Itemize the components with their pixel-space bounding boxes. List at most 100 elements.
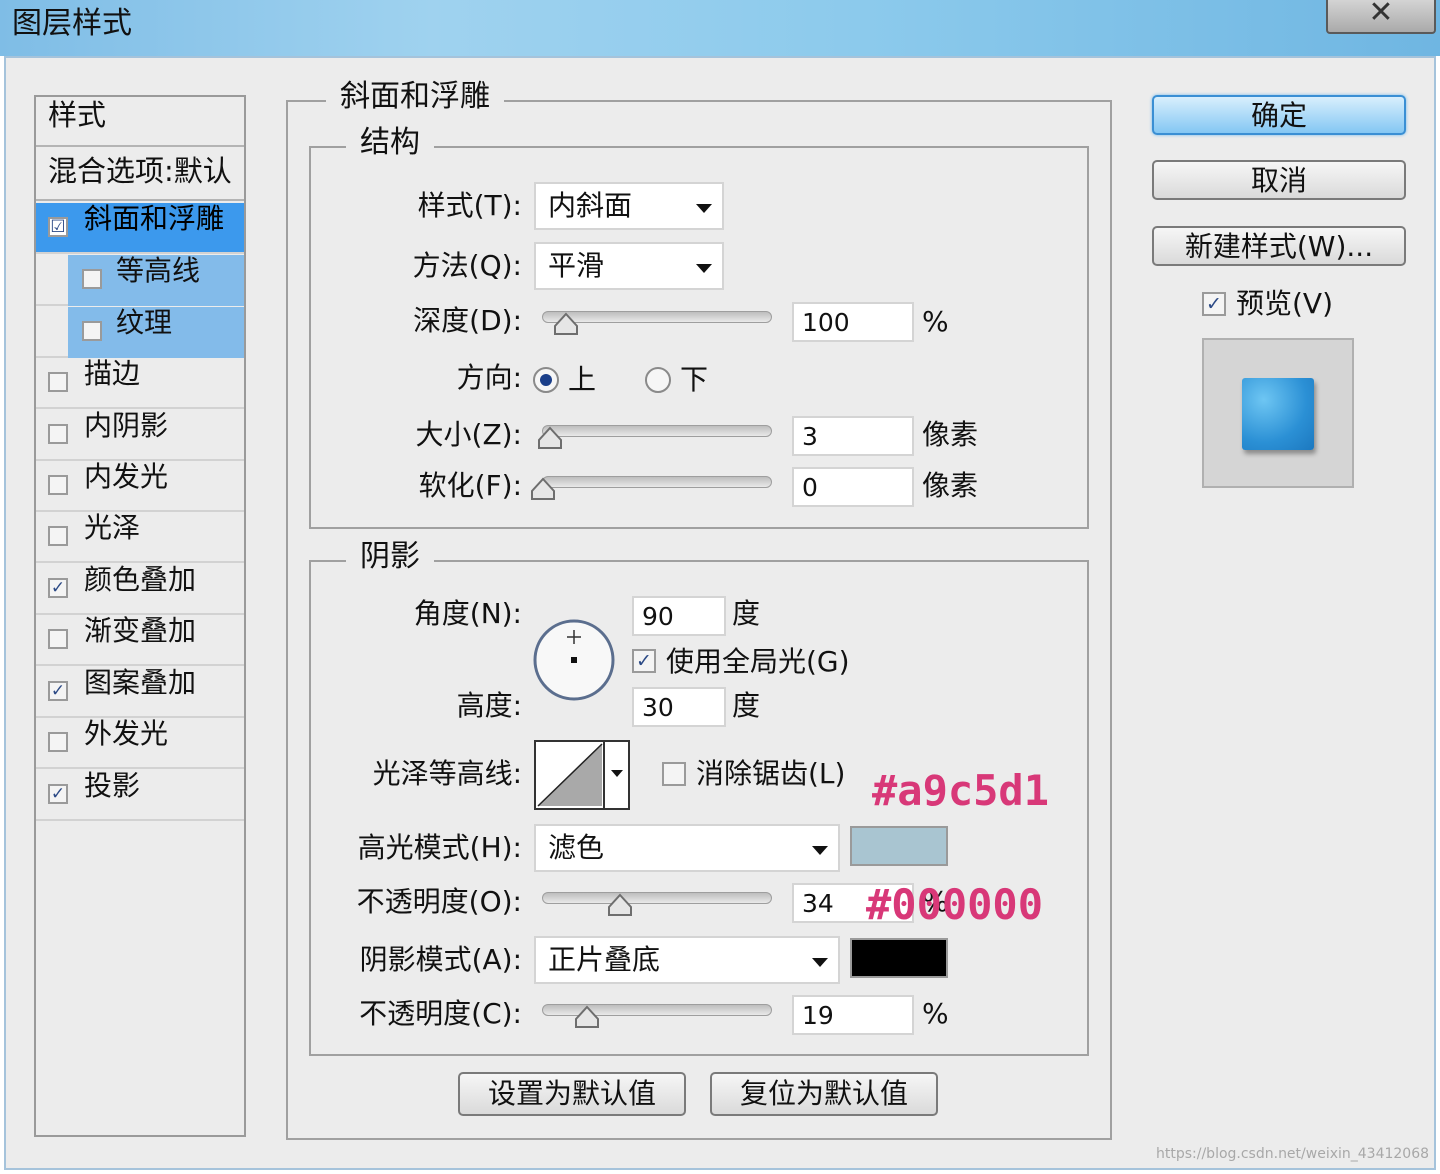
highlight-mode-label: 高光模式(H): bbox=[357, 831, 522, 864]
size-input[interactable]: 3 bbox=[792, 416, 914, 456]
size-label: 大小(Z): bbox=[415, 418, 522, 451]
soften-unit: 像素 bbox=[922, 469, 979, 502]
shadow-opacity-thumb[interactable] bbox=[574, 1005, 600, 1029]
soften-slider-thumb[interactable] bbox=[530, 477, 556, 501]
preview-label: 预览(V) bbox=[1236, 287, 1334, 320]
make-default-button[interactable]: 设置为默认值 bbox=[458, 1072, 686, 1116]
style-item-pattern-overlay[interactable]: ✓ 图案叠加 bbox=[36, 667, 244, 718]
checkbox-icon[interactable]: ✓ bbox=[48, 784, 68, 804]
highlight-mode-dropdown[interactable]: 滤色 bbox=[534, 824, 840, 872]
method-dropdown-value: 平滑 bbox=[548, 249, 605, 282]
style-item-color-overlay[interactable]: ✓ 颜色叠加 bbox=[36, 564, 244, 615]
chevron-down-icon bbox=[696, 264, 712, 273]
depth-label: 深度(D): bbox=[413, 304, 522, 337]
bevel-emboss-title: 斜面和浮雕 bbox=[326, 80, 504, 114]
style-dropdown-value: 内斜面 bbox=[548, 189, 633, 222]
window-title: 图层样式 bbox=[12, 6, 132, 41]
chevron-down-icon bbox=[696, 204, 712, 213]
global-light-label: 使用全局光(G) bbox=[666, 645, 850, 678]
style-item-outer-glow[interactable]: 外发光 bbox=[36, 718, 244, 769]
checkbox-icon[interactable] bbox=[48, 526, 68, 546]
depth-slider-thumb[interactable] bbox=[553, 312, 579, 336]
style-item-gradient-overlay[interactable]: 渐变叠加 bbox=[36, 615, 244, 666]
style-label: 样式(T): bbox=[417, 189, 522, 222]
cancel-button[interactable]: 取消 bbox=[1152, 160, 1406, 200]
style-item-drop-shadow[interactable]: ✓ 投影 bbox=[36, 770, 244, 821]
gloss-contour-picker[interactable] bbox=[534, 740, 630, 810]
style-item-stroke[interactable]: 描边 bbox=[36, 358, 244, 409]
direction-up-label: 上 bbox=[568, 363, 597, 396]
antialias-checkbox[interactable] bbox=[662, 762, 686, 786]
angle-input[interactable]: 90 bbox=[632, 596, 726, 636]
soften-slider-track[interactable] bbox=[542, 476, 772, 488]
style-dropdown[interactable]: 内斜面 bbox=[534, 182, 724, 230]
shadow-mode-value: 正片叠底 bbox=[548, 943, 661, 976]
checkbox-icon[interactable]: ✓ bbox=[48, 578, 68, 598]
checkbox-icon[interactable] bbox=[48, 732, 68, 752]
style-item-label: 纹理 bbox=[116, 306, 173, 339]
style-item-label: 渐变叠加 bbox=[84, 614, 197, 647]
shadow-color-swatch[interactable] bbox=[850, 938, 948, 978]
preview-thumbnail bbox=[1202, 338, 1354, 488]
style-item-label: 等高线 bbox=[116, 254, 201, 287]
style-item-label: 图案叠加 bbox=[84, 666, 197, 699]
checkbox-icon[interactable] bbox=[48, 424, 68, 444]
style-list: 样式 混合选项:默认 ☑ 斜面和浮雕 等高线 纹理 描边 内阴影 内发光 光泽 … bbox=[34, 95, 246, 1137]
checkbox-icon[interactable] bbox=[48, 629, 68, 649]
style-item-bevel-emboss[interactable]: ☑ 斜面和浮雕 bbox=[36, 203, 244, 254]
title-bar bbox=[0, 0, 1440, 56]
reset-default-button[interactable]: 复位为默认值 bbox=[710, 1072, 938, 1116]
shadow-mode-dropdown[interactable]: 正片叠底 bbox=[534, 936, 840, 984]
checkbox-icon[interactable]: ☑ bbox=[48, 217, 68, 237]
style-item-contour[interactable]: 等高线 bbox=[36, 255, 244, 306]
style-item-inner-glow[interactable]: 内发光 bbox=[36, 461, 244, 512]
style-item-inner-shadow[interactable]: 内阴影 bbox=[36, 410, 244, 461]
style-item-label: 外发光 bbox=[84, 717, 169, 750]
checkbox-icon[interactable] bbox=[48, 372, 68, 392]
shadow-opacity-unit: % bbox=[922, 997, 949, 1030]
style-list-header[interactable]: 样式 bbox=[36, 97, 244, 147]
shadow-hex-annotation: #000000 bbox=[866, 880, 1044, 929]
new-style-button[interactable]: 新建样式(W)... bbox=[1152, 226, 1406, 266]
angle-dial[interactable] bbox=[532, 618, 616, 702]
checkbox-icon[interactable] bbox=[48, 475, 68, 495]
depth-input[interactable]: 100 bbox=[792, 302, 914, 342]
style-item-satin[interactable]: 光泽 bbox=[36, 512, 244, 563]
preview-swatch bbox=[1242, 378, 1314, 450]
method-label: 方法(Q): bbox=[412, 249, 522, 282]
checkmark-icon: ✓ bbox=[636, 650, 652, 672]
method-dropdown[interactable]: 平滑 bbox=[534, 242, 724, 290]
structure-title: 结构 bbox=[346, 126, 434, 160]
gloss-contour-label: 光泽等高线: bbox=[372, 757, 522, 790]
altitude-input[interactable]: 30 bbox=[632, 687, 726, 727]
size-slider-track[interactable] bbox=[542, 425, 772, 437]
checkbox-icon[interactable] bbox=[82, 269, 102, 289]
angle-label: 角度(N): bbox=[413, 597, 522, 630]
direction-up-radio[interactable] bbox=[532, 366, 560, 394]
altitude-label: 高度: bbox=[456, 689, 522, 722]
ok-button[interactable]: 确定 bbox=[1152, 95, 1406, 135]
style-item-label: 投影 bbox=[84, 769, 141, 802]
close-button[interactable]: ✕ bbox=[1326, 0, 1436, 34]
global-light-checkbox[interactable]: ✓ bbox=[632, 649, 656, 673]
preview-checkbox[interactable]: ✓ bbox=[1202, 292, 1226, 316]
style-item-label: 颜色叠加 bbox=[84, 563, 197, 596]
style-item-label: 斜面和浮雕 bbox=[84, 202, 225, 235]
watermark: https://blog.csdn.net/weixin_43412068 bbox=[1156, 1146, 1430, 1162]
shadow-mode-label: 阴影模式(A): bbox=[359, 943, 522, 976]
soften-input[interactable]: 0 bbox=[792, 467, 914, 507]
checkmark-icon: ✓ bbox=[1206, 293, 1222, 315]
direction-down-radio[interactable] bbox=[644, 366, 672, 394]
style-item-texture[interactable]: 纹理 bbox=[36, 307, 244, 358]
highlight-color-swatch[interactable] bbox=[850, 826, 948, 866]
size-slider-thumb[interactable] bbox=[537, 426, 563, 450]
highlight-opacity-track[interactable] bbox=[542, 892, 772, 904]
depth-unit: % bbox=[922, 305, 949, 338]
highlight-opacity-thumb[interactable] bbox=[607, 893, 633, 917]
checkbox-icon[interactable]: ✓ bbox=[48, 681, 68, 701]
style-item-label: 描边 bbox=[84, 357, 141, 390]
checkbox-icon[interactable] bbox=[82, 321, 102, 341]
soften-label: 软化(F): bbox=[418, 469, 522, 502]
shadow-opacity-input[interactable]: 19 bbox=[792, 995, 914, 1035]
blend-options-item[interactable]: 混合选项:默认 bbox=[36, 149, 244, 201]
